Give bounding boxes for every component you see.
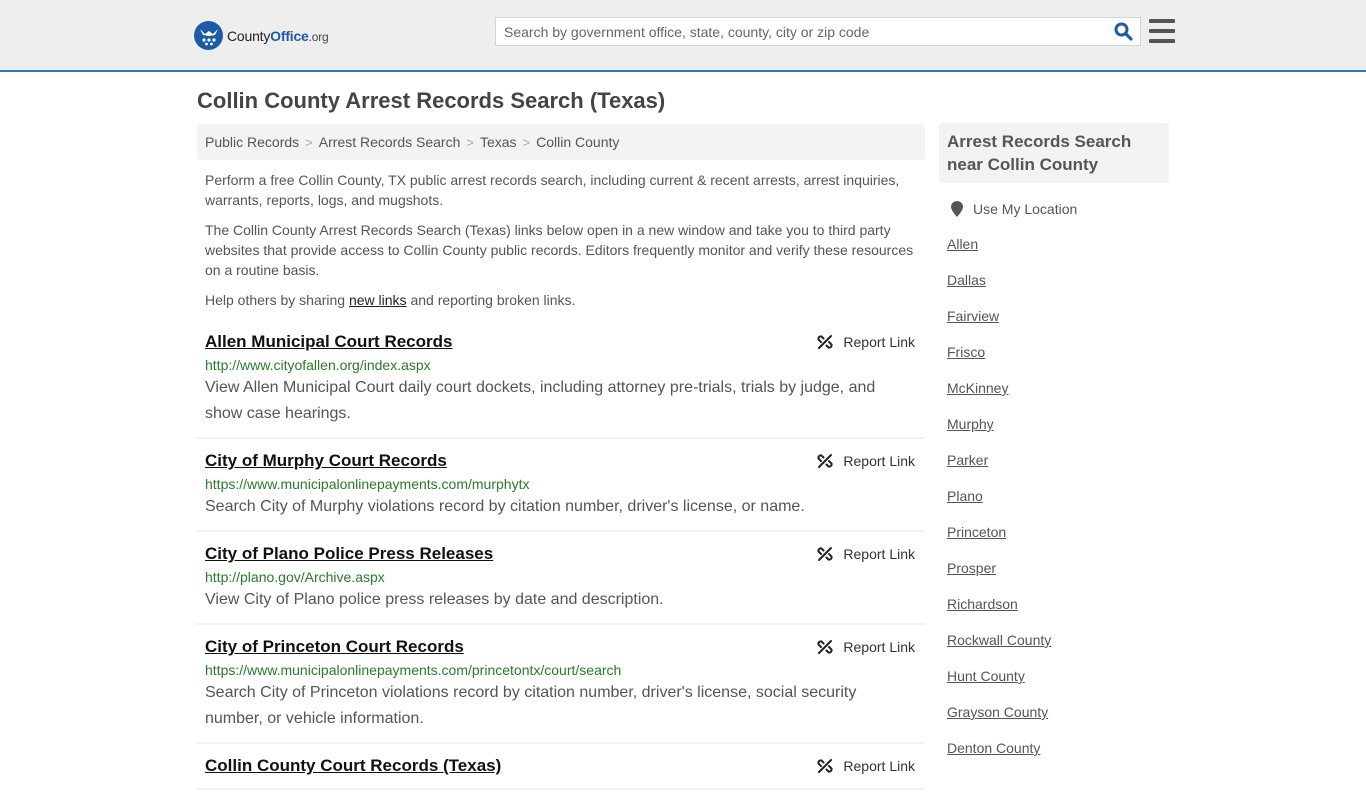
menu-bar <box>1149 29 1175 33</box>
share-text: and reporting broken links. <box>406 292 576 308</box>
result-title-link[interactable]: City of Princeton Court Records <box>205 635 464 659</box>
nearby-item: Murphy <box>947 415 1169 433</box>
report-link-button[interactable]: Report Link <box>817 334 915 350</box>
result-item: City of Plano Police Press Releases Repo… <box>197 542 925 625</box>
nearby-link[interactable]: Allen <box>947 236 978 252</box>
nearby-link[interactable]: Dallas <box>947 272 986 288</box>
nearby-item: Hunt County <box>947 667 1169 685</box>
nearby-link[interactable]: Grayson County <box>947 704 1048 720</box>
breadcrumb-public-records[interactable]: Public Records <box>205 134 299 150</box>
report-link-label: Report Link <box>843 546 915 562</box>
broken-link-icon <box>817 759 833 773</box>
search-box <box>495 17 1141 46</box>
nearby-item: Frisco <box>947 343 1169 361</box>
menu-bar <box>1149 39 1175 43</box>
breadcrumb-separator: > <box>522 134 531 150</box>
page-title: Collin County Arrest Records Search (Tex… <box>197 88 666 113</box>
new-links-link[interactable]: new links <box>349 292 407 308</box>
nearby-link[interactable]: Plano <box>947 488 983 504</box>
result-title-link[interactable]: City of Murphy Court Records <box>205 449 447 473</box>
breadcrumb: Public Records > Arrest Records Search >… <box>197 124 925 160</box>
report-link-label: Report Link <box>843 639 915 655</box>
nearby-item: Dallas <box>947 271 1169 289</box>
result-title-link[interactable]: City of Plano Police Press Releases <box>205 542 493 566</box>
share-paragraph: Help others by sharing new links and rep… <box>205 290 917 310</box>
result-item: Collin County Court Records (Texas) Repo… <box>197 754 925 790</box>
report-link-button[interactable]: Report Link <box>817 758 915 774</box>
intro-paragraph: The Collin County Arrest Records Search … <box>205 222 914 278</box>
main-content: Public Records > Arrest Records Search >… <box>197 124 925 800</box>
nearby-item: Allen <box>947 235 1169 253</box>
search-icon <box>1114 22 1133 41</box>
nearby-link[interactable]: Princeton <box>947 524 1006 540</box>
intro-text: Perform a free Collin County, TX public … <box>197 170 925 310</box>
nearby-item: McKinney <box>947 379 1169 397</box>
map-pin-icon <box>951 201 963 217</box>
report-link-label: Report Link <box>843 334 915 350</box>
use-my-location-link[interactable]: Use My Location <box>973 201 1077 217</box>
report-link-button[interactable]: Report Link <box>817 546 915 562</box>
result-url: https://www.municipalonlinepayments.com/… <box>205 476 530 492</box>
nearby-item: Rockwall County <box>947 631 1169 649</box>
nearby-item: Plano <box>947 487 1169 505</box>
nearby-list: Allen Dallas Fairview Frisco McKinney Murphy P… <box>939 235 1169 757</box>
nearby-item: Fairview <box>947 307 1169 325</box>
nearby-item: Denton County <box>947 739 1169 757</box>
site-header: CountyOffice.org <box>0 0 1366 72</box>
hamburger-menu-icon[interactable] <box>1149 19 1175 43</box>
nearby-link[interactable]: Richardson <box>947 596 1018 612</box>
nearby-link[interactable]: Denton County <box>947 740 1040 756</box>
report-link-button[interactable]: Report Link <box>817 639 915 655</box>
use-my-location: Use My Location <box>939 201 1169 217</box>
result-item: City of Murphy Court Records Report Link… <box>197 449 925 532</box>
breadcrumb-separator: > <box>466 134 474 150</box>
report-link-button[interactable]: Report Link <box>817 453 915 469</box>
breadcrumb-arrest-records-search[interactable]: Arrest Records Search <box>319 134 461 150</box>
breadcrumb-texas[interactable]: Texas <box>480 134 517 150</box>
report-link-label: Report Link <box>843 758 915 774</box>
search-input[interactable] <box>496 18 1106 45</box>
nearby-link[interactable]: Murphy <box>947 416 994 432</box>
result-description: View Allen Municipal Court daily court d… <box>205 379 876 422</box>
result-item: City of Princeton Court Records Report L… <box>197 635 925 744</box>
result-title-link[interactable]: Allen Municipal Court Records <box>205 330 452 354</box>
result-description: View City of Plano police press releases… <box>205 591 664 608</box>
broken-link-icon <box>817 335 833 349</box>
breadcrumb-collin-county[interactable]: Collin County <box>536 134 619 150</box>
result-description: Search City of Princeton violations reco… <box>205 684 857 727</box>
menu-bar <box>1149 19 1175 23</box>
site-logo[interactable]: CountyOffice.org <box>194 21 329 50</box>
broken-link-icon <box>817 640 833 654</box>
nearby-link[interactable]: Prosper <box>947 560 996 576</box>
report-link-label: Report Link <box>843 453 915 469</box>
result-url: http://www.cityofallen.org/index.aspx <box>205 357 431 373</box>
nearby-item: Grayson County <box>947 703 1169 721</box>
nearby-item: Princeton <box>947 523 1169 541</box>
nearby-link[interactable]: McKinney <box>947 380 1008 396</box>
nearby-link[interactable]: Fairview <box>947 308 999 324</box>
share-text: Help others by sharing <box>205 292 349 308</box>
result-url: https://www.municipalonlinepayments.com/… <box>205 662 622 678</box>
eagle-stars-icon <box>194 21 223 50</box>
result-description: Search City of Murphy violations record … <box>205 498 805 515</box>
result-item: Allen Municipal Court Records Report Lin… <box>197 330 925 439</box>
nearby-link[interactable]: Parker <box>947 452 988 468</box>
logo-wordmark: CountyOffice.org <box>227 27 329 44</box>
sidebar-heading: Arrest Records Search near Collin County <box>939 123 1169 183</box>
broken-link-icon <box>817 454 833 468</box>
results-list: Allen Municipal Court Records Report Lin… <box>197 330 925 790</box>
nearby-link[interactable]: Hunt County <box>947 668 1025 684</box>
intro-paragraph: Perform a free Collin County, TX public … <box>205 172 900 208</box>
result-title-link[interactable]: Collin County Court Records (Texas) <box>205 754 501 778</box>
nearby-item: Prosper <box>947 559 1169 577</box>
nearby-item: Richardson <box>947 595 1169 613</box>
nearby-link[interactable]: Rockwall County <box>947 632 1051 648</box>
nearby-item: Parker <box>947 451 1169 469</box>
breadcrumb-separator: > <box>305 134 313 150</box>
result-url: http://plano.gov/Archive.aspx <box>205 569 385 585</box>
broken-link-icon <box>817 547 833 561</box>
nearby-link[interactable]: Frisco <box>947 344 985 360</box>
search-button[interactable] <box>1106 18 1140 45</box>
sidebar: Arrest Records Search near Collin County… <box>939 123 1169 757</box>
